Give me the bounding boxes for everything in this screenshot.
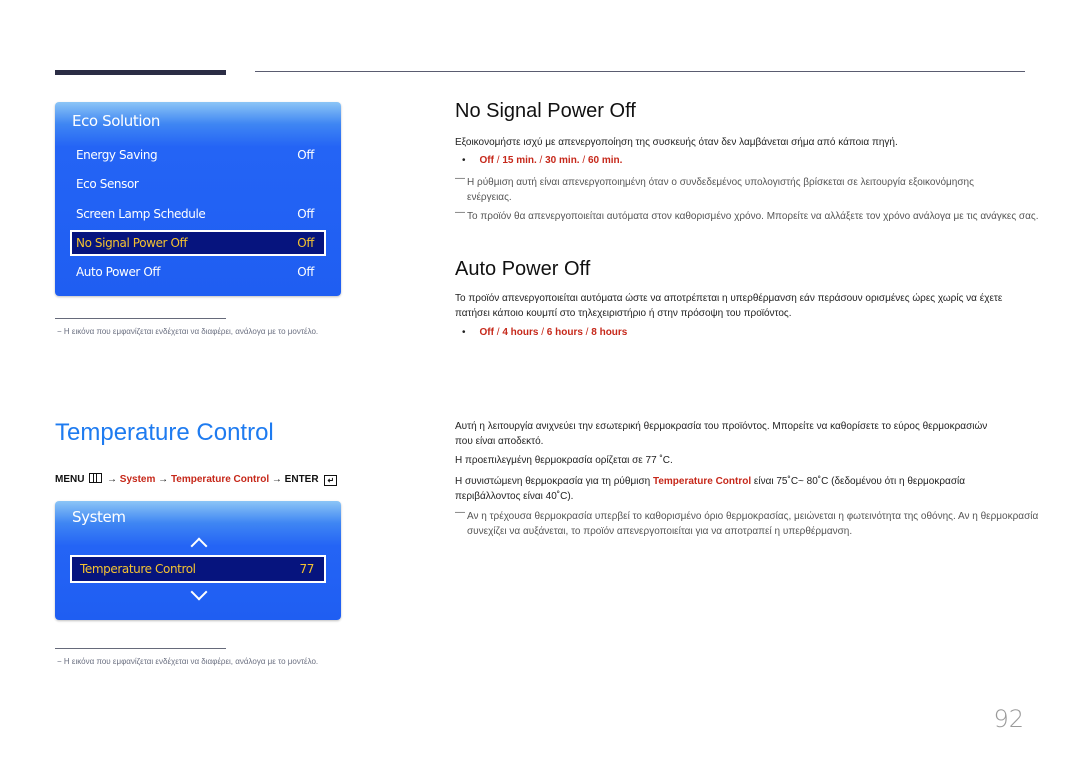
- osd-item-value: Off: [297, 148, 314, 162]
- osd-item-no-signal-power-off[interactable]: No Signal Power Off Off: [70, 230, 326, 256]
- text: Η συνιστώμενη θερμοκρασία για τη ρύθμιση: [455, 476, 653, 487]
- option: Off: [479, 155, 494, 166]
- image-disclaimer-footnote: − Η εικόνα που εμφανίζεται ενδέχεται να …: [57, 327, 319, 336]
- arrow: →: [107, 474, 118, 485]
- osd-item-label: Auto Power Off: [76, 265, 161, 279]
- option: Off: [479, 327, 494, 338]
- eco-solution-title: Eco Solution: [72, 112, 160, 130]
- note-text: Το προϊόν θα απενεργοποιείται αυτόματα σ…: [467, 211, 1039, 222]
- note-text: Η ρύθμιση αυτή είναι απενεργοποιημένη ότ…: [467, 177, 974, 203]
- temperature-control-title: Temperature Control: [55, 419, 274, 446]
- enter-icon: ↵: [324, 475, 338, 486]
- auto-power-options: • Off / 4 hours / 6 hours / 8 hours: [462, 327, 628, 338]
- osd-item-label: Screen Lamp Schedule: [76, 207, 206, 221]
- osd-item-screen-lamp-schedule[interactable]: Screen Lamp Schedule Off: [70, 201, 326, 227]
- menu-path: MENU → System → Temperature Control → EN…: [55, 473, 338, 486]
- chevron-up-icon[interactable]: [190, 537, 208, 555]
- temperature-para-2: Η προεπιλεγμένη θερμοκρασία ορίζεται σε …: [455, 455, 673, 466]
- no-signal-description: Εξοικονομήστε ισχύ με απενεργοποίηση της…: [455, 137, 898, 148]
- auto-power-off-heading: Auto Power Off: [455, 258, 591, 280]
- temperature-control-link: Temperature Control: [652, 476, 752, 487]
- osd-item-label: No Signal Power Off: [76, 236, 188, 250]
- osd-item-label: Eco Sensor: [76, 177, 139, 191]
- option: 60 min.: [587, 155, 623, 166]
- note-dash-icon: —: [455, 173, 465, 184]
- osd-item-label: Temperature Control: [80, 562, 196, 576]
- option: 30 min.: [545, 155, 580, 166]
- osd-item-value: Off: [297, 265, 314, 279]
- osd-item-value: Off: [297, 207, 314, 221]
- option: 6 hours: [546, 327, 583, 338]
- osd-item-eco-sensor[interactable]: Eco Sensor: [70, 171, 326, 197]
- menu-path-system: System: [119, 474, 156, 485]
- osd-item-value: 77: [299, 562, 315, 576]
- header-rule-thin: [255, 71, 1025, 72]
- no-signal-note-1: — Η ρύθμιση αυτή είναι απενεργοποιημένη ό…: [455, 173, 1007, 205]
- arrow: →: [271, 474, 282, 485]
- menu-label: MENU: [55, 474, 85, 485]
- page-number: 92: [993, 705, 1024, 733]
- temperature-para-3: Η συνιστώμενη θερμοκρασία για τη ρύθμιση…: [455, 474, 985, 504]
- system-title: System: [72, 508, 126, 526]
- no-signal-note-2: — Το προϊόν θα απενεργοποιείται αυτόματα …: [455, 207, 1042, 224]
- auto-power-description: Το προϊόν απενεργοποιείται αυτόματα ώστε…: [455, 293, 1003, 319]
- osd-item-energy-saving[interactable]: Energy Saving Off: [70, 142, 326, 168]
- note-text: Αν η τρέχουσα θερμοκρασία υπερβεί το καθ…: [467, 511, 1039, 537]
- eco-solution-panel: Eco Solution Energy Saving Off Eco Senso…: [55, 102, 341, 296]
- osd-item-auto-power-off[interactable]: Auto Power Off Off: [70, 259, 326, 285]
- enter-label: ENTER: [284, 474, 319, 485]
- osd-item-value: Off: [297, 236, 314, 250]
- menu-path-temperature-control: Temperature Control: [170, 474, 270, 485]
- bullet: •: [462, 327, 466, 338]
- no-signal-options: • Off / 15 min. / 30 min. / 60 min.: [462, 155, 623, 166]
- menu-icon: [89, 473, 103, 483]
- footnote-rule: [55, 318, 226, 319]
- option: 4 hours: [502, 327, 539, 338]
- osd-item-label: Energy Saving: [76, 148, 158, 162]
- option: 8 hours: [591, 327, 628, 338]
- bullet: •: [462, 155, 466, 166]
- arrow: →: [158, 474, 169, 485]
- system-panel: System Temperature Control 77: [55, 501, 341, 620]
- no-signal-power-off-heading: No Signal Power Off: [455, 100, 636, 122]
- image-disclaimer-footnote: − Η εικόνα που εμφανίζεται ενδέχεται να …: [57, 657, 319, 666]
- temperature-note: — Αν η τρέχουσα θερμοκρασία υπερβεί το κα…: [455, 507, 1047, 539]
- header-rule-thick: [55, 70, 226, 75]
- note-dash-icon: —: [455, 507, 465, 518]
- temperature-para-1: Αυτή η λειτουργία ανιχνεύει την εσωτερικ…: [455, 421, 988, 447]
- osd-item-temperature-control[interactable]: Temperature Control 77: [70, 555, 326, 583]
- note-dash-icon: —: [455, 207, 465, 218]
- footnote-rule: [55, 648, 226, 649]
- chevron-down-icon[interactable]: [190, 583, 208, 601]
- option: 15 min.: [502, 155, 537, 166]
